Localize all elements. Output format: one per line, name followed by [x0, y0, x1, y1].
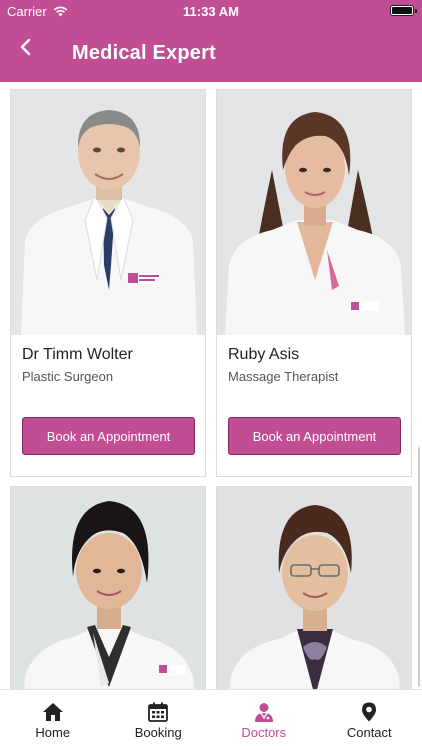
tab-bar: Home Booking Doctors Contact: [0, 689, 422, 750]
status-time: 11:33 AM: [183, 4, 239, 19]
book-appointment-button[interactable]: Book an Appointment: [228, 417, 401, 455]
doctor-photo: [217, 487, 411, 689]
doctor-portrait-image: [11, 90, 205, 335]
status-right: [390, 5, 417, 16]
doctor-role: Plastic Surgeon: [22, 369, 114, 384]
doctor-portrait-image: [217, 487, 411, 689]
doctor-name: Dr Timm Wolter: [22, 346, 133, 363]
tab-contact[interactable]: Contact: [317, 690, 422, 750]
calendar-icon: [148, 702, 169, 722]
page-title: Medical Expert: [72, 42, 216, 64]
home-icon: [42, 703, 63, 721]
scroll-indicator[interactable]: [418, 447, 420, 687]
app-header: Carrier 11:33 AM Medical Expert: [0, 0, 422, 82]
doctor-photo: [11, 487, 205, 689]
doctor-name: Ruby Asis: [228, 346, 300, 363]
tab-doctors[interactable]: Doctors: [211, 690, 317, 750]
doctor-portrait-image: [11, 487, 205, 689]
nav-bar: Medical Expert: [0, 30, 422, 76]
doctor-role: Massage Therapist: [228, 369, 339, 384]
doctor-card: Dr Timm Wolter Plastic Surgeon Book an A…: [10, 89, 206, 477]
doctor-icon: [254, 703, 273, 722]
tab-home[interactable]: Home: [0, 690, 106, 750]
chevron-left-icon: [20, 38, 31, 56]
tab-label: Doctors: [241, 725, 287, 740]
back-button[interactable]: [14, 36, 38, 60]
doctor-photo: [217, 90, 411, 335]
tab-booking[interactable]: Booking: [106, 690, 212, 750]
doctor-portrait-image: [217, 90, 411, 335]
status-bar: Carrier 11:33 AM: [0, 0, 422, 22]
tab-label: Home: [35, 725, 71, 740]
tab-label: Contact: [346, 725, 392, 740]
doctor-photo: [11, 90, 205, 335]
doctor-card: [216, 486, 412, 689]
location-pin-icon: [362, 702, 377, 722]
doctor-grid[interactable]: Dr Timm Wolter Plastic Surgeon Book an A…: [0, 82, 422, 689]
tab-label: Booking: [134, 725, 182, 740]
doctor-card: [10, 486, 206, 689]
doctor-card: Ruby Asis Massage Therapist Book an Appo…: [216, 89, 412, 477]
battery-icon: [390, 5, 417, 16]
battery-level: [392, 7, 412, 14]
book-appointment-button[interactable]: Book an Appointment: [22, 417, 195, 455]
